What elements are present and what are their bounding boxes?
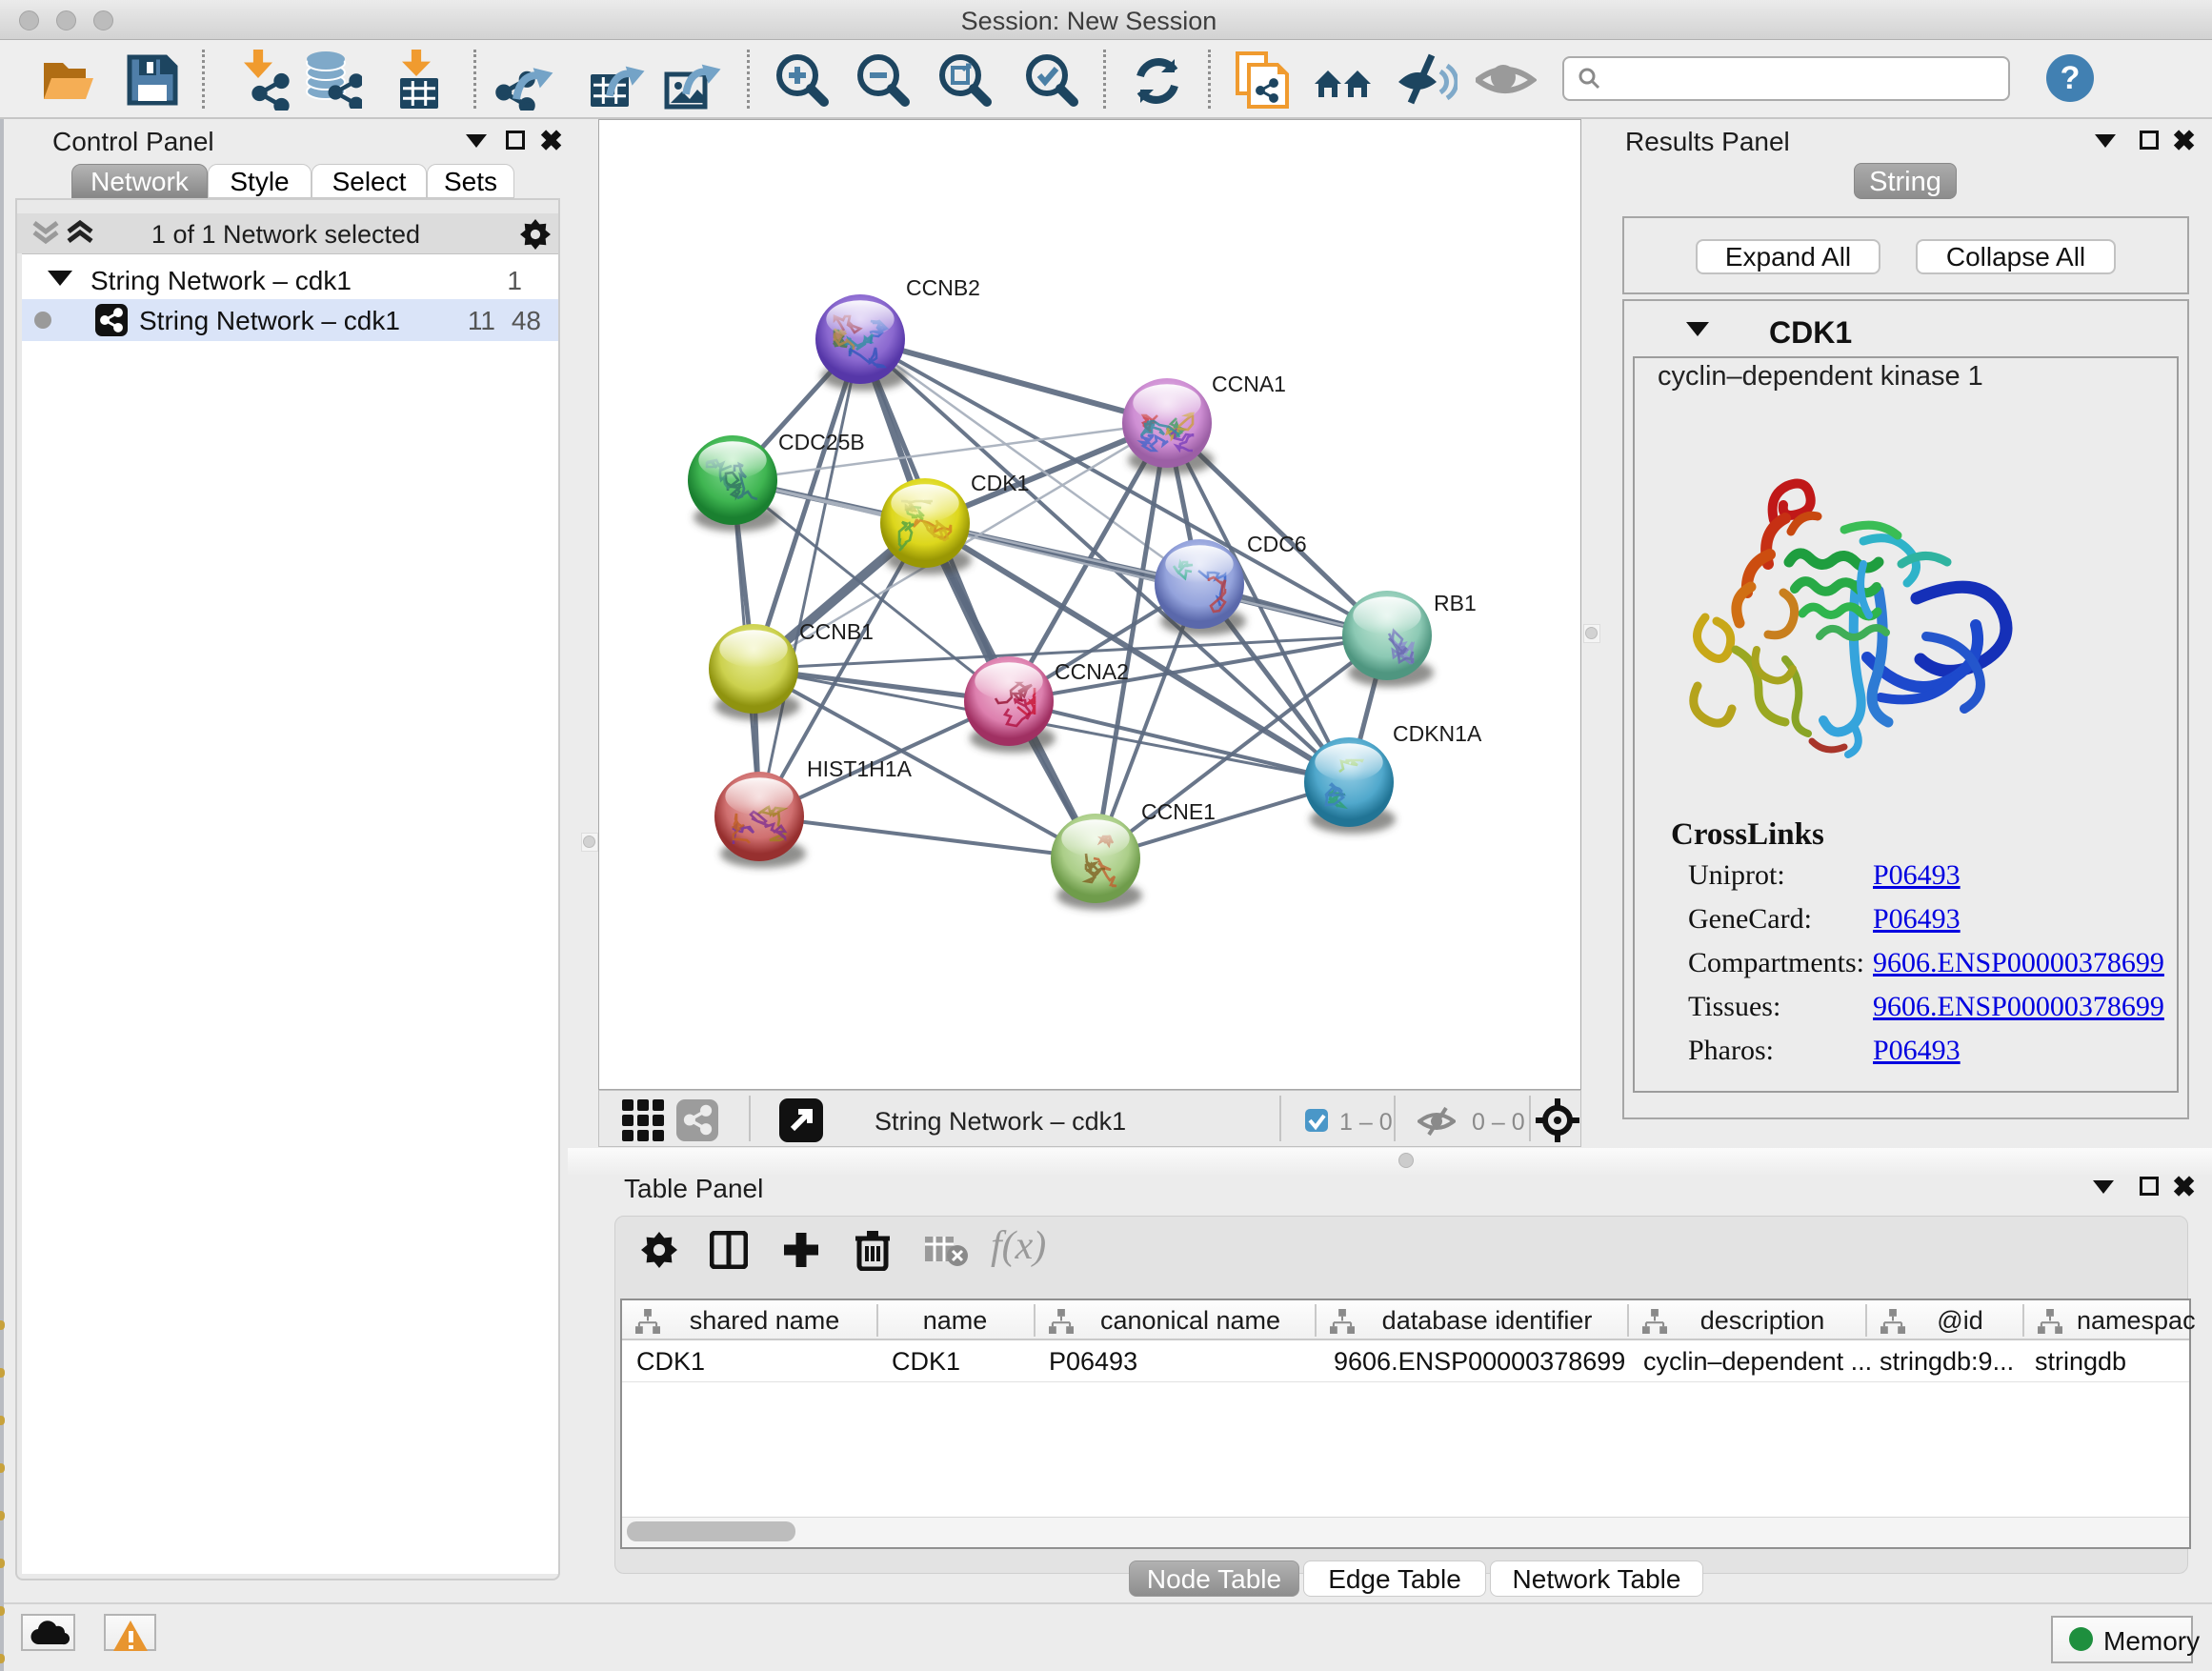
svg-text:RB1: RB1 — [1434, 591, 1477, 615]
svg-text:CCNB2: CCNB2 — [906, 275, 980, 300]
svg-text:CDK1: CDK1 — [971, 471, 1029, 495]
svg-text:CDC6: CDC6 — [1247, 532, 1307, 556]
svg-text:HIST1H1A: HIST1H1A — [807, 756, 913, 781]
svg-text:CCNB1: CCNB1 — [799, 619, 874, 644]
svg-text:CDC25B: CDC25B — [778, 430, 865, 454]
svg-text:CCNE1: CCNE1 — [1141, 799, 1216, 824]
svg-text:CCNA1: CCNA1 — [1212, 372, 1286, 396]
svg-text:CDKN1A: CDKN1A — [1393, 721, 1482, 746]
svg-text:CCNA2: CCNA2 — [1055, 659, 1129, 684]
